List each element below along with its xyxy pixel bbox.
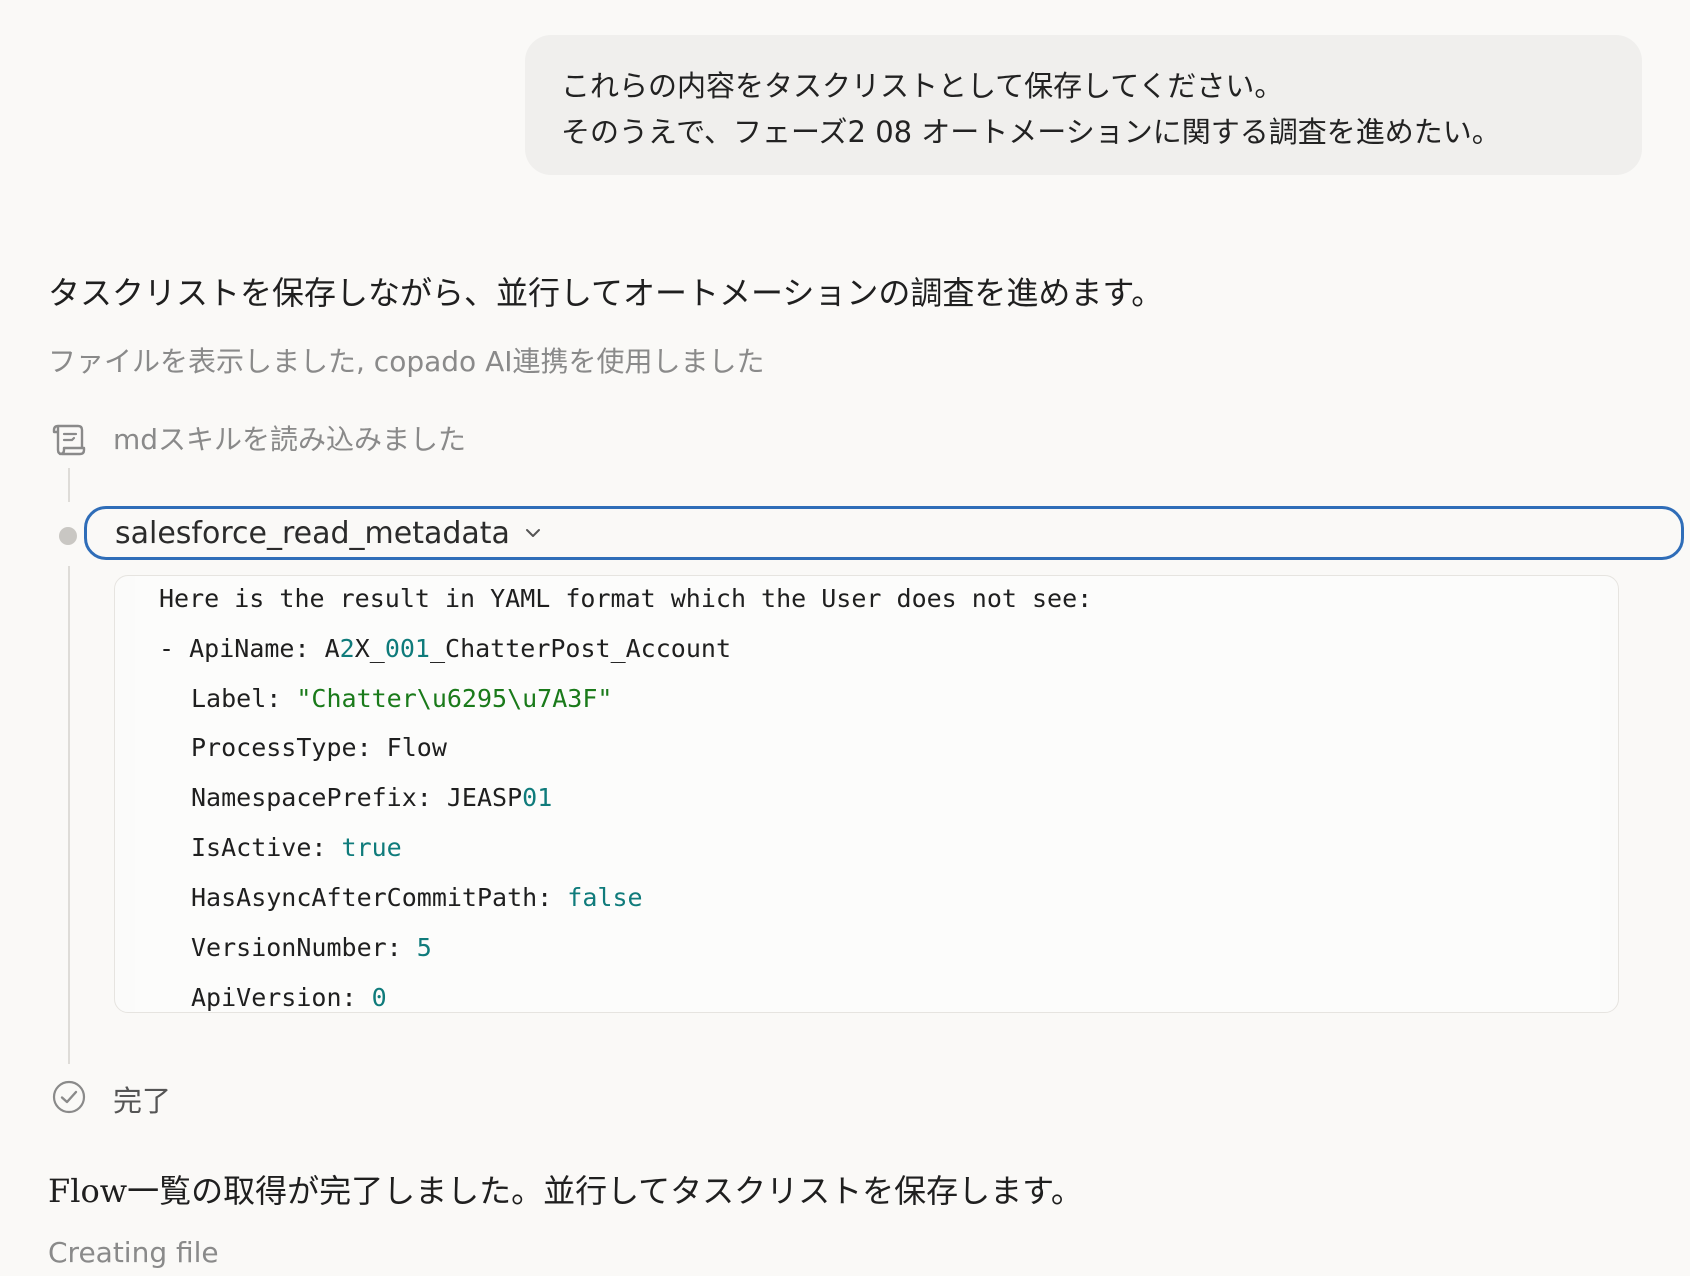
user-message-bubble: これらの内容をタスクリストとして保存してください。 そのうえで、フェーズ2 08… <box>525 35 1642 175</box>
timeline-connector <box>68 468 70 502</box>
chevron-down-icon[interactable] <box>524 524 542 542</box>
activity-summary[interactable]: ファイルを表示しました, copado AI連携を使用しました <box>48 340 764 380</box>
user-message-line-1: これらの内容をタスクリストとして保存してください。 <box>561 69 1284 103</box>
tool-name: salesforce_read_metadata <box>115 515 510 551</box>
status-text: Creating file <box>48 1236 219 1269</box>
code-line-processtype: ProcessType: Flow <box>191 733 447 762</box>
timeline-connector <box>68 566 70 1064</box>
code-line-label: Label: "Chatter\u6295\u7A3F" <box>191 684 613 713</box>
scroll-icon <box>52 424 86 456</box>
code-line-apiversion: ApiVersion: 0 <box>191 983 387 1012</box>
code-line-header: Here is the result in YAML format which … <box>159 584 1093 613</box>
assistant-followup-text: Flow一覧の取得が完了しました。並行してタスクリストを保存します。 <box>48 1172 1083 1210</box>
code-line-async: HasAsyncAfterCommitPath: false <box>191 883 643 912</box>
skill-loaded-label: mdスキルを読み込みました <box>113 423 467 456</box>
user-message-line-2: そのうえで、フェーズ2 08 オートメーションに関する調査を進めたい。 <box>561 115 1501 149</box>
done-label: 完了 <box>113 1084 172 1118</box>
tool-result-code-block[interactable]: Here is the result in YAML format which … <box>114 575 1619 1013</box>
code-line-version: VersionNumber: 5 <box>191 933 432 962</box>
timeline-dot <box>59 527 77 545</box>
code-line-apiname: - ApiName: A2X_001_ChatterPost_Account <box>159 634 731 663</box>
check-circle-icon <box>52 1080 86 1114</box>
code-line-namespace: NamespacePrefix: JEASP01 <box>191 783 553 812</box>
code-line-isactive: IsActive: true <box>191 833 402 862</box>
tool-call-header[interactable]: salesforce_read_metadata <box>84 506 1684 560</box>
assistant-intro-text: タスクリストを保存しながら、並行してオートメーションの調査を進めます。 <box>48 274 1164 312</box>
